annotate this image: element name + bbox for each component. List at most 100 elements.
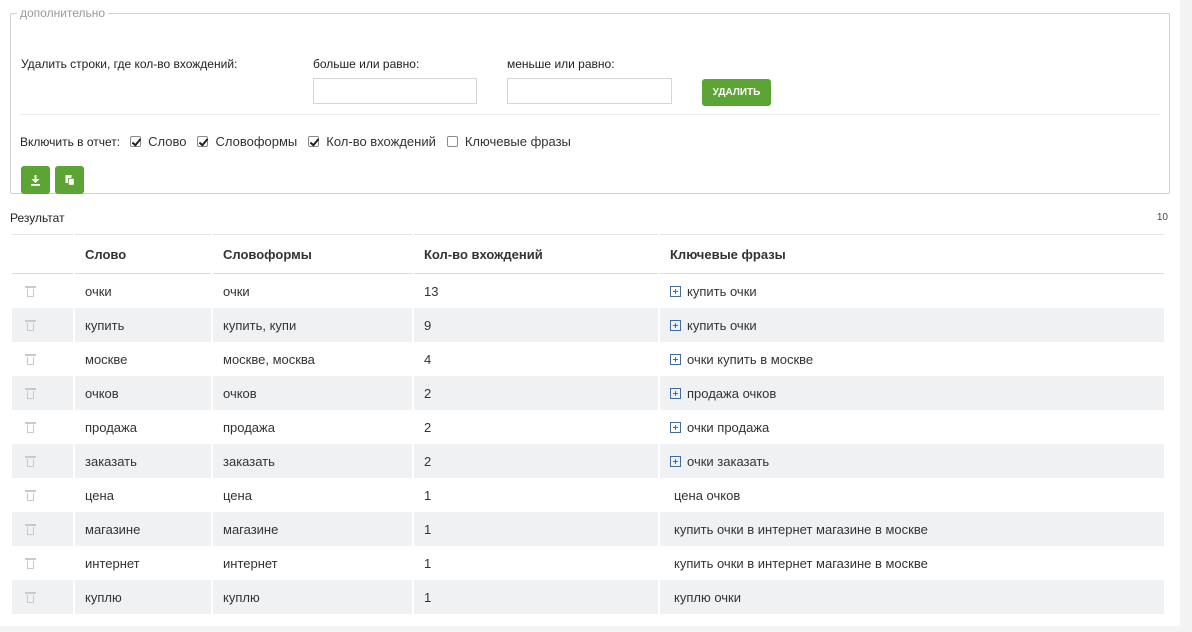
extra-options-panel: дополнительно Удалить строки, где кол-во… [10, 6, 1170, 194]
download-button[interactable] [21, 166, 50, 194]
result-title: Результат [10, 211, 65, 225]
checkbox-checked-icon[interactable] [197, 136, 209, 147]
delete-button[interactable]: УДАЛИТЬ [702, 79, 771, 106]
trash-icon[interactable] [25, 557, 36, 569]
lte-input[interactable] [507, 78, 672, 104]
cell-count: 1 [414, 580, 658, 614]
expand-plus-icon[interactable] [670, 421, 681, 433]
cell-count: 1 [424, 555, 432, 571]
phrase-text: купить очки в интернет магазине в москве [674, 555, 928, 571]
cell-phrase: купить очки [660, 274, 1164, 308]
trash-icon[interactable] [25, 591, 36, 603]
expand-plus-icon[interactable] [670, 285, 681, 297]
cell-count: 13 [424, 283, 439, 299]
table-row: интернет интернет 1 купить очки в интернет … [12, 546, 1164, 580]
cell-wordforms: москве, москва [223, 351, 315, 367]
include-phrases-checkbox[interactable]: Ключевые фразы [446, 134, 571, 149]
cell-phrase: купить очки [660, 308, 1164, 342]
result-count: 10 [1156, 212, 1168, 223]
checkbox-checked-icon[interactable] [308, 136, 320, 147]
table-row: купить купить, купи 9 купить очки [12, 308, 1164, 342]
trash-icon[interactable] [25, 387, 36, 399]
cell-word: купить [75, 308, 211, 342]
table-row: куплю куплю 1 куплю очки [12, 580, 1164, 614]
expand-plus-icon[interactable] [670, 387, 681, 399]
header-actions [12, 234, 73, 274]
expand-plus-icon[interactable] [670, 319, 681, 331]
trash-icon[interactable] [25, 285, 36, 297]
copy-icon [65, 175, 75, 186]
phrase-text: продажа очков [687, 385, 777, 401]
cell-word: интернет [85, 555, 140, 571]
cell-wordforms: очки [223, 283, 250, 299]
row-delete-cell [12, 410, 73, 444]
cell-wordforms: очков [213, 376, 412, 410]
cell-phrase: очки купить в москве [660, 342, 1164, 376]
cell-word: очков [75, 376, 211, 410]
cell-word: магазине [75, 512, 211, 546]
row-delete-cell [12, 546, 73, 580]
cell-wordforms: заказать [213, 444, 412, 478]
cell-count: 4 [424, 351, 432, 367]
divider [20, 114, 1160, 115]
cell-phrase: куплю очки [660, 580, 1164, 614]
copy-button[interactable] [55, 166, 84, 194]
trash-icon[interactable] [25, 421, 36, 433]
expand-plus-icon[interactable] [670, 455, 681, 467]
gte-label: больше или равно: [313, 57, 420, 71]
cell-phrase: цена очков [660, 478, 1164, 512]
cell-phrase: очки заказать [660, 444, 1164, 478]
cell-count: 2 [424, 419, 432, 435]
checkbox-label: Словоформы [215, 134, 298, 149]
cell-word: москве [85, 351, 128, 367]
include-count-checkbox[interactable]: Кол-во вхождений [308, 134, 436, 149]
download-icon [31, 175, 40, 186]
checkbox-label: Ключевые фразы [464, 134, 571, 149]
cell-wordforms: магазине [213, 512, 412, 546]
row-delete-cell [12, 478, 73, 512]
trash-icon[interactable] [25, 523, 36, 535]
phrase-text: куплю очки [674, 589, 741, 605]
cell-wordforms: продажа [223, 419, 275, 435]
results-table: Слово Словоформы Кол-во вхождений Ключев… [10, 234, 1166, 614]
row-delete-cell [12, 308, 73, 342]
table-row: продажа продажа 2 очки продажа [12, 410, 1164, 444]
row-delete-cell [12, 274, 73, 308]
cell-count: 1 [424, 487, 432, 503]
include-in-report-row: Включить в отчет: Слово Словоформы Кол-в… [20, 134, 582, 149]
trash-icon[interactable] [25, 455, 36, 467]
gte-input[interactable] [313, 78, 477, 104]
cell-word: цена [85, 487, 114, 503]
header-phrases[interactable]: Ключевые фразы [660, 234, 1164, 274]
cell-phrase: продажа очков [660, 376, 1164, 410]
cell-count: 2 [414, 376, 658, 410]
phrase-text: купить очки [687, 283, 757, 299]
trash-icon[interactable] [25, 353, 36, 365]
cell-wordforms: куплю [213, 580, 412, 614]
row-delete-cell [12, 376, 73, 410]
trash-icon[interactable] [25, 319, 36, 331]
table-row: заказать заказать 2 очки заказать [12, 444, 1164, 478]
include-word-checkbox[interactable]: Слово [130, 134, 186, 149]
header-word[interactable]: Слово [75, 234, 211, 274]
expand-plus-icon[interactable] [670, 353, 681, 365]
include-label: Включить в отчет: [20, 134, 121, 149]
checkbox-label: Слово [148, 134, 187, 149]
checkbox-checked-icon[interactable] [130, 136, 142, 147]
row-delete-cell [12, 342, 73, 376]
row-delete-cell [12, 512, 73, 546]
lte-label: меньше или равно: [507, 57, 615, 71]
table-row: очков очков 2 продажа очков [12, 376, 1164, 410]
header-wordforms[interactable]: Словоформы [213, 234, 412, 274]
cell-word: продажа [85, 419, 137, 435]
table-header-row: Слово Словоформы Кол-во вхождений Ключев… [12, 234, 1164, 274]
phrase-text: очки заказать [687, 453, 770, 469]
table-row: магазине магазине 1 купить очки в интернет … [12, 512, 1164, 546]
include-wordforms-checkbox[interactable]: Словоформы [197, 134, 297, 149]
checkbox-unchecked-icon[interactable] [446, 136, 458, 147]
row-delete-cell [12, 580, 73, 614]
header-count[interactable]: Кол-во вхождений [414, 234, 658, 274]
checkbox-label: Кол-во вхождений [326, 134, 436, 149]
trash-icon[interactable] [25, 489, 36, 501]
phrase-text: купить очки [687, 317, 757, 333]
